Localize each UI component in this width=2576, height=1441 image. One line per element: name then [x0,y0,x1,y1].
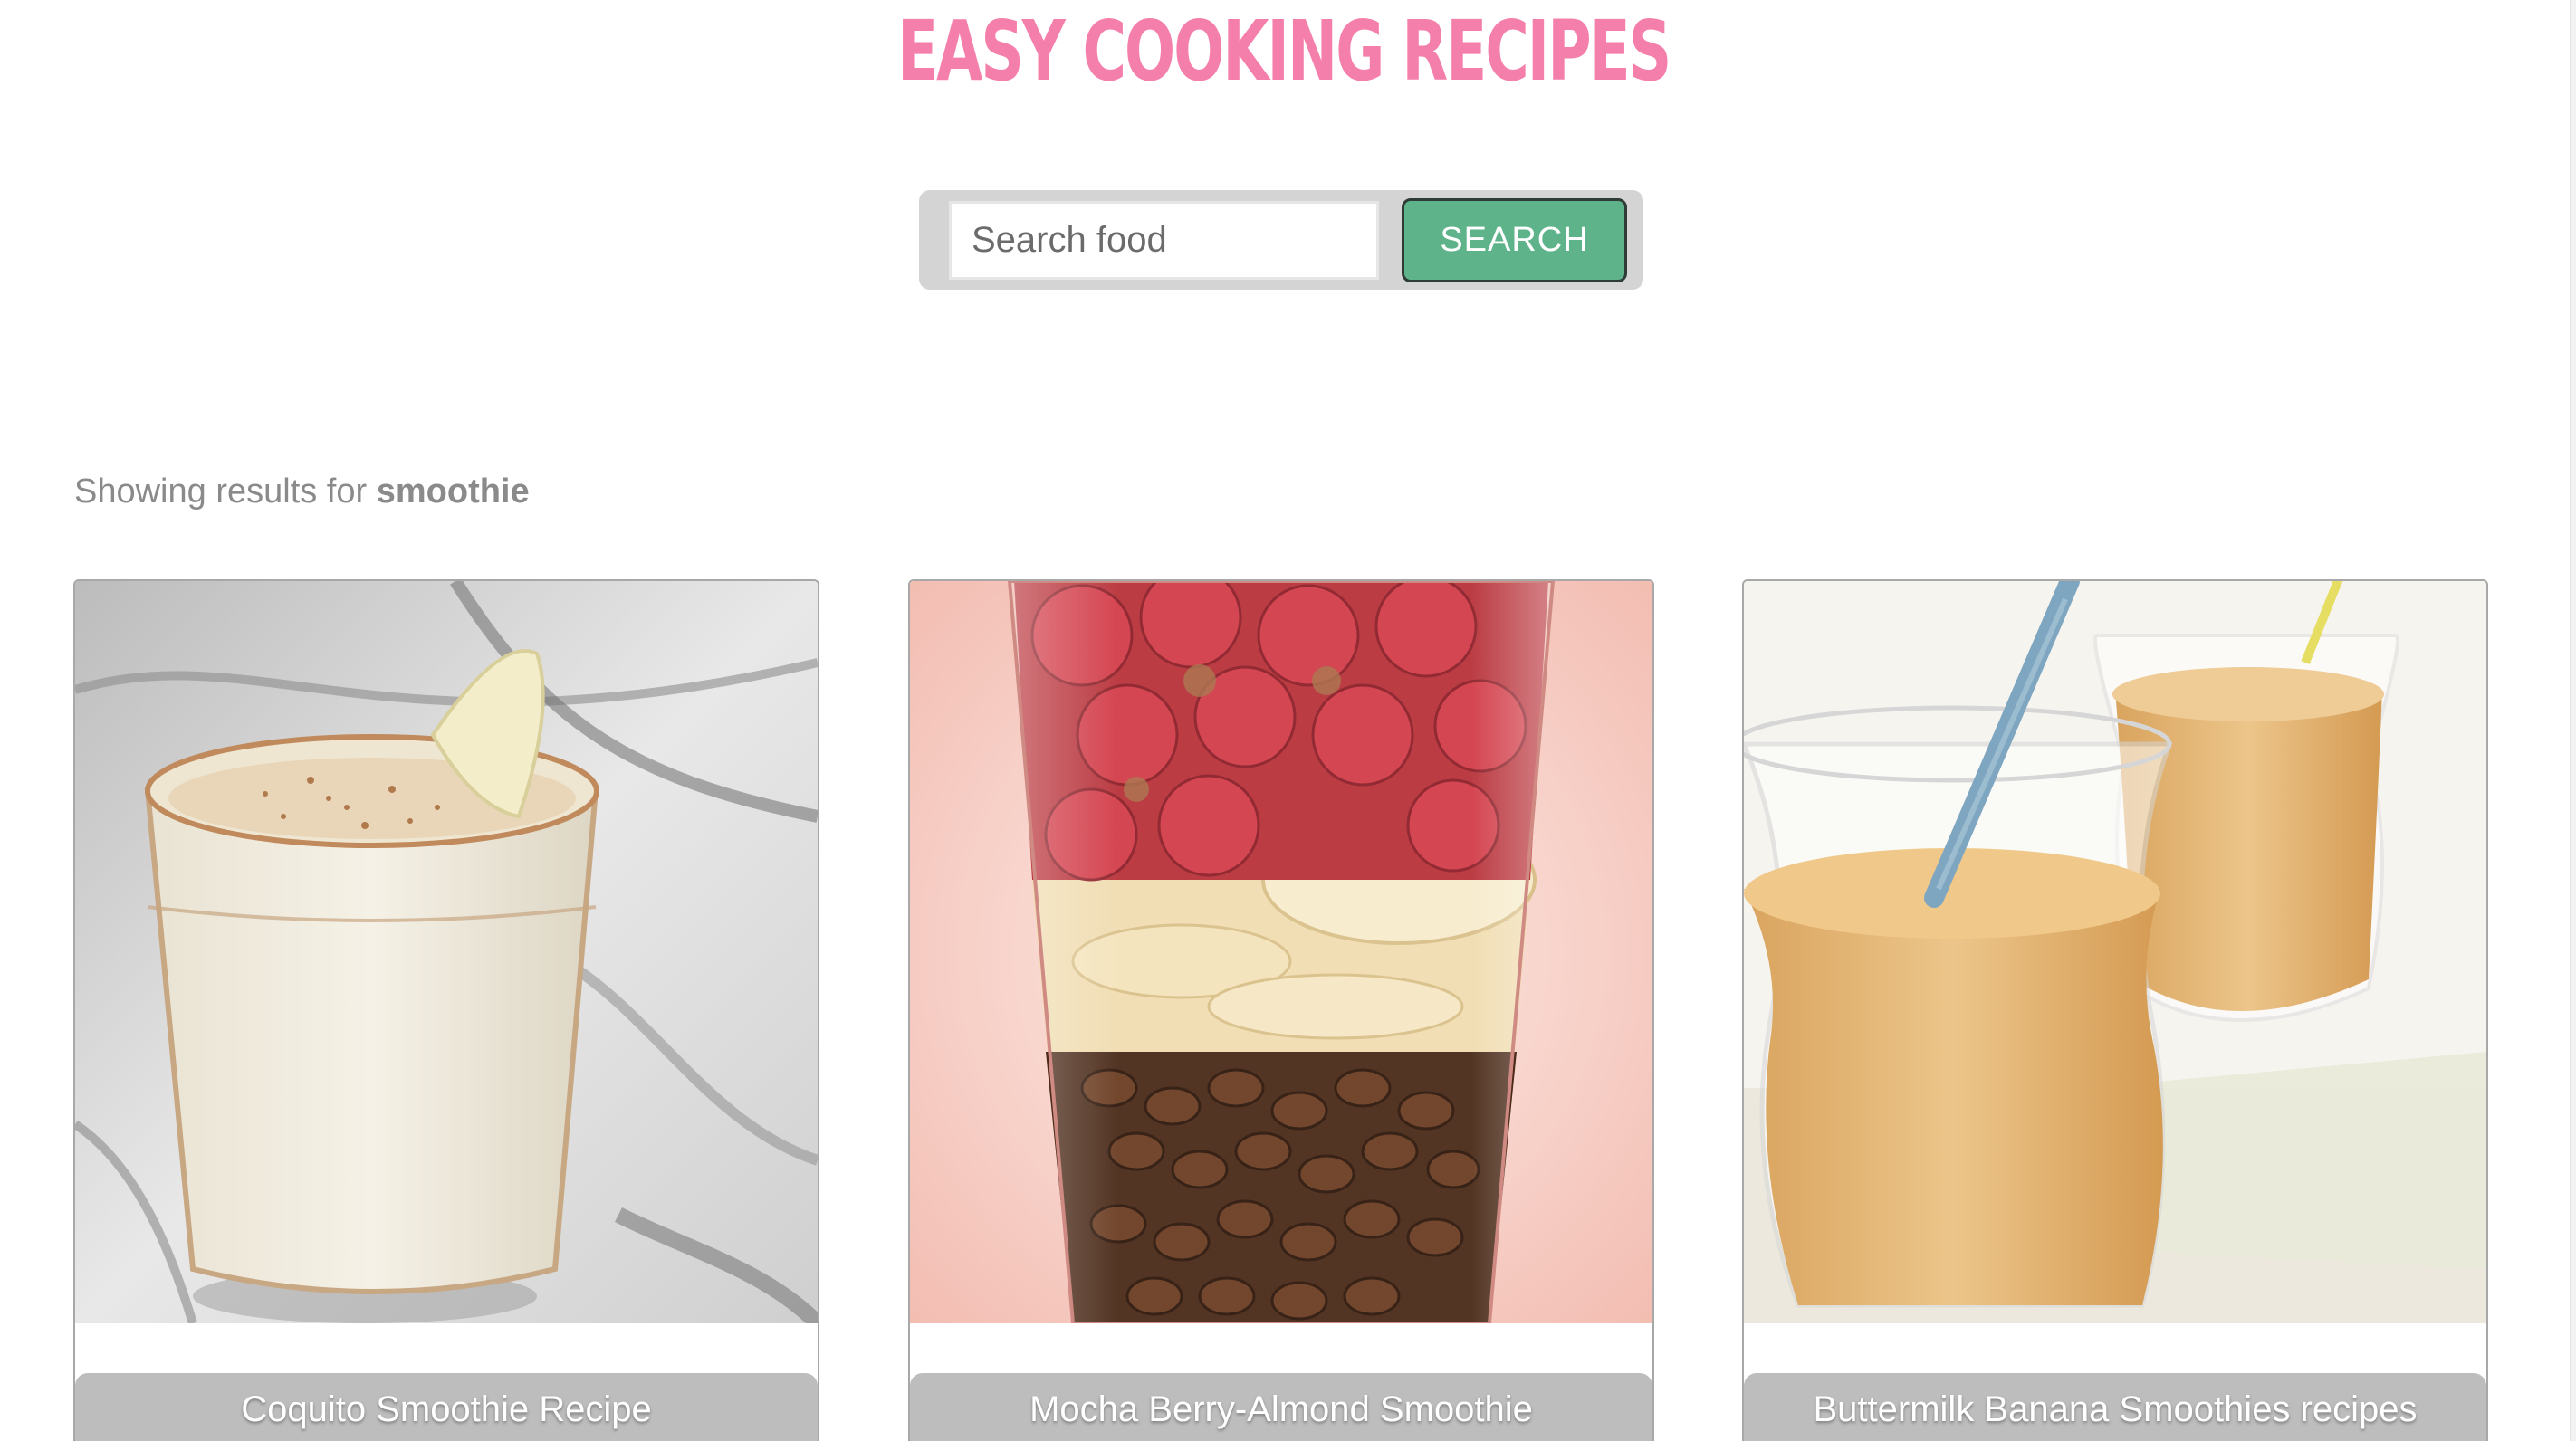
buttermilk-banana-smoothie-image[interactable] [1744,581,2486,1323]
scrollbar-track[interactable] [2570,0,2576,1441]
recipe-card[interactable]: Buttermilk Banana Smoothies recipes [1742,579,2488,1441]
site-title: EASY COOKING RECIPES [897,3,1671,100]
mocha-berry-smoothie-image[interactable] [910,581,1652,1323]
results-prefix: Showing results for [74,472,377,511]
coquito-smoothie-image[interactable] [75,581,818,1323]
results-summary: Showing results for smoothie [74,472,530,511]
recipe-title[interactable]: Buttermilk Banana Smoothies recipes [1744,1373,2486,1441]
recipe-card[interactable]: Mocha Berry-Almond Smoothie [908,579,1654,1441]
recipe-title[interactable]: Coquito Smoothie Recipe [75,1373,818,1441]
recipe-card[interactable]: Coquito Smoothie Recipe [73,579,819,1441]
results-query: smoothie [376,472,530,511]
search-button[interactable]: SEARCH [1402,198,1627,282]
search-bar: SEARCH [919,190,1643,290]
recipe-title[interactable]: Mocha Berry-Almond Smoothie [910,1373,1652,1441]
search-input[interactable] [949,201,1379,280]
page: EASY COOKING RECIPES SEARCH Showing resu… [0,0,2576,1441]
